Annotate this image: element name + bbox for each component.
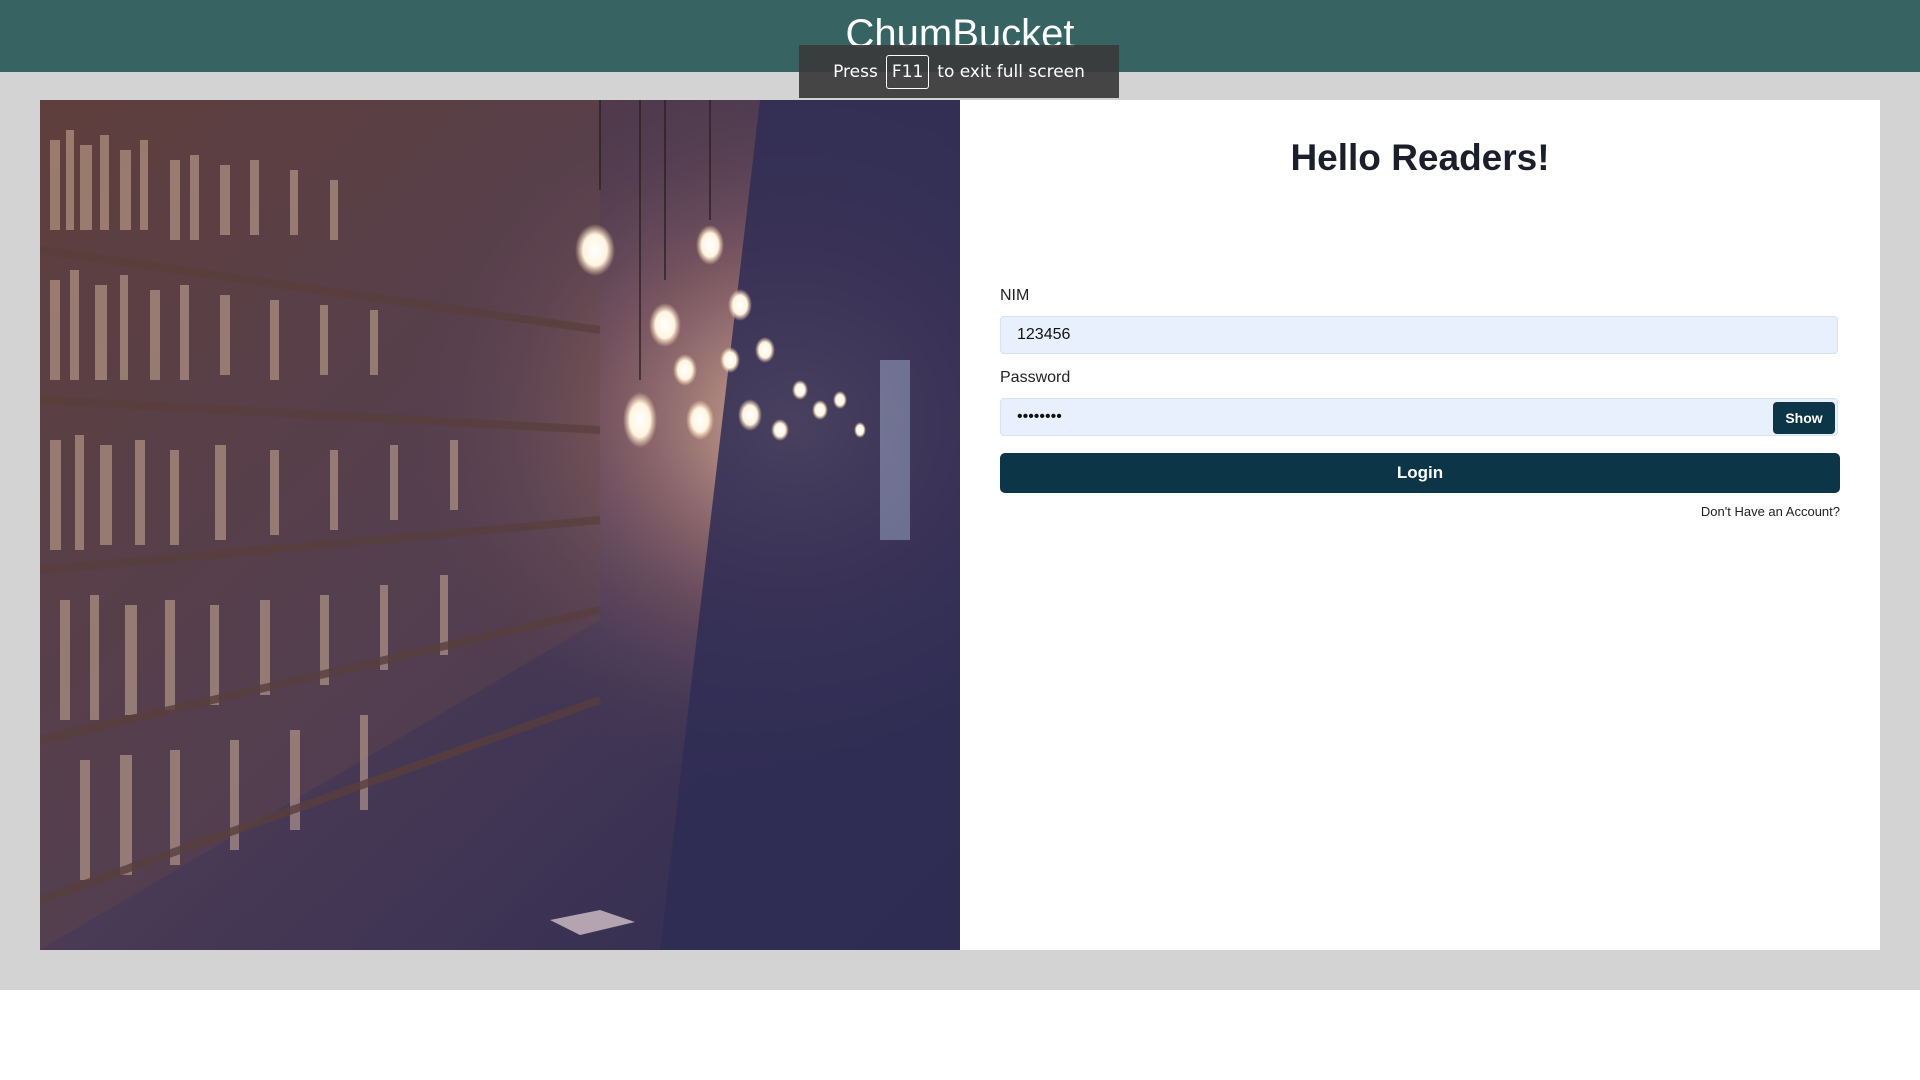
library-photo	[40, 100, 960, 950]
nim-label: NIM	[1000, 287, 1030, 304]
nim-input[interactable]	[1000, 316, 1838, 354]
show-password-button[interactable]: Show	[1773, 402, 1835, 434]
fullscreen-notice-prefix: Press	[833, 61, 878, 82]
signup-link[interactable]: Don't Have an Account?	[1701, 504, 1840, 519]
login-form-panel: Hello Readers! NIM Password Show Login D…	[960, 100, 1880, 950]
login-card: Hello Readers! NIM Password Show Login D…	[40, 100, 1880, 950]
greeting-heading: Hello Readers!	[1290, 137, 1550, 178]
password-label: Password	[1000, 369, 1071, 386]
password-input[interactable]	[1000, 398, 1838, 436]
fullscreen-notice-suffix: to exit full screen	[937, 61, 1085, 82]
f11-key: F11	[885, 54, 930, 89]
fullscreen-notice: Press F11 to exit full screen	[799, 45, 1119, 98]
login-button[interactable]: Login	[1000, 453, 1840, 493]
